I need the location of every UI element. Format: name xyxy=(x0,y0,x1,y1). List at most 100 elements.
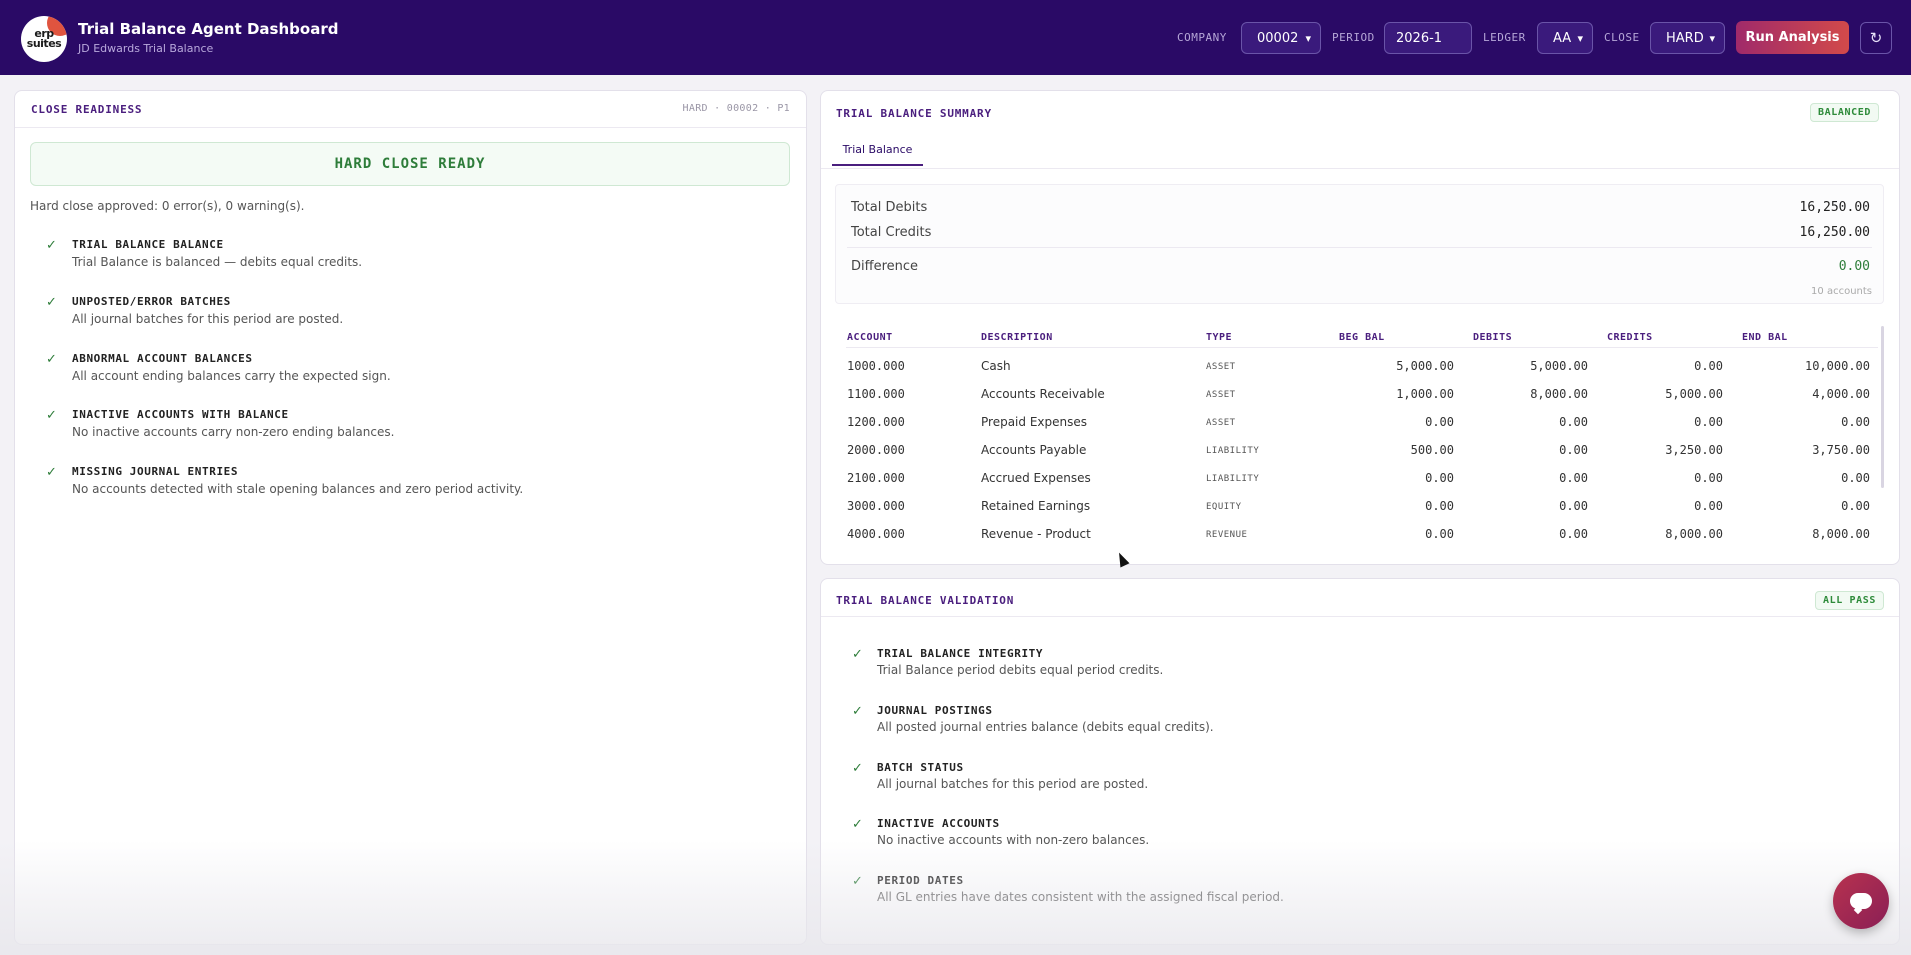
app-subtitle: JD Edwards Trial Balance xyxy=(78,42,214,55)
check-icon: ✓ xyxy=(46,295,57,310)
col-debits[interactable]: DEBITS xyxy=(1473,332,1512,343)
cell-beg-bal: 1,000.00 xyxy=(1396,387,1454,401)
check-icon: ✓ xyxy=(852,761,863,776)
check-desc: No inactive accounts with non-zero balan… xyxy=(877,833,1150,847)
cell-type: EQUITY xyxy=(1206,502,1242,512)
cell-end-bal: 3,750.00 xyxy=(1812,443,1870,457)
total-credits-label: Total Credits xyxy=(851,225,932,240)
check-desc: No inactive accounts carry non-zero endi… xyxy=(72,425,395,439)
cell-beg-bal: 0.00 xyxy=(1425,527,1454,541)
check-desc: All GL entries have dates consistent wit… xyxy=(877,890,1284,904)
run-analysis-button[interactable]: Run Analysis xyxy=(1736,21,1849,54)
refresh-icon[interactable]: ↻ xyxy=(1860,22,1892,54)
chat-bubble-icon xyxy=(1850,893,1872,909)
check-desc: All account ending balances carry the ex… xyxy=(72,369,391,383)
cell-credits: 0.00 xyxy=(1694,415,1723,429)
tab-trial-balance[interactable]: Trial Balance xyxy=(832,141,923,166)
check-desc: All journal batches for this period are … xyxy=(72,312,344,326)
col-credits[interactable]: CREDITS xyxy=(1607,332,1653,343)
divider xyxy=(15,127,806,128)
cell-account: 1000.000 xyxy=(847,359,905,373)
col-type[interactable]: TYPE xyxy=(1206,332,1232,343)
erp-suites-logo: erp suites xyxy=(21,16,67,62)
all-pass-badge: ALL PASS xyxy=(1815,591,1884,610)
ledger-label: LEDGER xyxy=(1483,31,1526,44)
check-title: UNPOSTED/ERROR BATCHES xyxy=(72,295,231,308)
cell-debits: 0.00 xyxy=(1559,471,1588,485)
ledger-select[interactable]: AA ▾ xyxy=(1537,22,1593,54)
cell-credits: 5,000.00 xyxy=(1665,387,1723,401)
cell-debits: 0.00 xyxy=(1559,415,1588,429)
check-icon: ✓ xyxy=(46,408,57,423)
cell-beg-bal: 0.00 xyxy=(1425,499,1454,513)
total-debits-value: 16,250.00 xyxy=(1799,200,1870,215)
app-title: Trial Balance Agent Dashboard xyxy=(78,20,339,38)
check-desc: Trial Balance period debits equal period… xyxy=(877,663,1164,677)
cell-account: 3000.000 xyxy=(847,499,905,513)
check-desc: All posted journal entries balance (debi… xyxy=(877,720,1214,734)
cell-description: Cash xyxy=(981,359,1011,373)
cell-type: ASSET xyxy=(1206,390,1236,400)
check-title: INACTIVE ACCOUNTS xyxy=(877,817,1000,830)
cell-end-bal: 0.00 xyxy=(1841,471,1870,485)
cell-type: ASSET xyxy=(1206,418,1236,428)
check-icon: ✓ xyxy=(46,352,57,367)
cell-credits: 0.00 xyxy=(1694,359,1723,373)
balanced-badge: BALANCED xyxy=(1810,103,1879,122)
cell-debits: 0.00 xyxy=(1559,499,1588,513)
trial-balance-summary-panel xyxy=(820,90,1900,565)
check-title: TRIAL BALANCE INTEGRITY xyxy=(877,647,1044,660)
approval-summary: Hard close approved: 0 error(s), 0 warni… xyxy=(30,199,305,213)
summary-title: TRIAL BALANCE SUMMARY xyxy=(836,107,992,120)
close-status-banner: HARD CLOSE READY xyxy=(30,142,790,186)
table-scrollbar[interactable] xyxy=(1881,326,1884,488)
company-select[interactable]: 00002 ▾ xyxy=(1241,22,1321,54)
period-label: PERIOD xyxy=(1332,31,1375,44)
check-desc: No accounts detected with stale opening … xyxy=(72,482,524,496)
company-label: COMPANY xyxy=(1177,31,1227,44)
check-desc: Trial Balance is balanced — debits equal… xyxy=(72,255,363,269)
divider xyxy=(821,168,1899,169)
chevron-down-icon: ▾ xyxy=(1577,32,1583,45)
cell-debits: 5,000.00 xyxy=(1530,359,1588,373)
check-icon: ✓ xyxy=(852,647,863,662)
close-type-select[interactable]: HARD ▾ xyxy=(1650,22,1725,54)
divider xyxy=(821,616,1899,617)
cell-end-bal: 8,000.00 xyxy=(1812,527,1870,541)
cell-beg-bal: 0.00 xyxy=(1425,415,1454,429)
divider xyxy=(847,247,1872,248)
cell-account: 1200.000 xyxy=(847,415,905,429)
check-title: TRIAL BALANCE BALANCE xyxy=(72,238,224,251)
cell-account: 2100.000 xyxy=(847,471,905,485)
difference-label: Difference xyxy=(851,259,919,274)
divider xyxy=(846,347,1878,348)
total-debits-label: Total Debits xyxy=(851,200,928,215)
check-title: ABNORMAL ACCOUNT BALANCES xyxy=(72,352,253,365)
cell-type: LIABILITY xyxy=(1206,474,1260,484)
cell-credits: 0.00 xyxy=(1694,499,1723,513)
chevron-down-icon: ▾ xyxy=(1305,32,1311,45)
cell-beg-bal: 500.00 xyxy=(1410,443,1454,457)
close-readiness-panel xyxy=(14,90,807,945)
check-title: PERIOD DATES xyxy=(877,874,964,887)
col-beg-bal[interactable]: BEG BAL xyxy=(1339,332,1385,343)
period-input[interactable]: 2026-1 xyxy=(1384,22,1472,54)
col-account[interactable]: ACCOUNT xyxy=(847,332,893,343)
cell-type: REVENUE xyxy=(1206,530,1248,540)
cell-end-bal: 0.00 xyxy=(1841,499,1870,513)
cell-account: 4000.000 xyxy=(847,527,905,541)
validation-title: TRIAL BALANCE VALIDATION xyxy=(836,594,1015,607)
col-end-bal[interactable]: END BAL xyxy=(1742,332,1788,343)
app-header: erp suites Trial Balance Agent Dashboard … xyxy=(0,0,1911,75)
chat-button[interactable] xyxy=(1833,873,1889,929)
cell-debits: 0.00 xyxy=(1559,443,1588,457)
cell-account: 2000.000 xyxy=(847,443,905,457)
close-label: CLOSE xyxy=(1604,31,1640,44)
cell-description: Accrued Expenses xyxy=(981,471,1091,485)
check-icon: ✓ xyxy=(852,817,863,832)
difference-value: 0.00 xyxy=(1838,259,1870,274)
chevron-down-icon: ▾ xyxy=(1709,32,1715,45)
col-description[interactable]: DESCRIPTION xyxy=(981,332,1053,343)
check-desc: All journal batches for this period are … xyxy=(877,777,1149,791)
cell-credits: 0.00 xyxy=(1694,471,1723,485)
